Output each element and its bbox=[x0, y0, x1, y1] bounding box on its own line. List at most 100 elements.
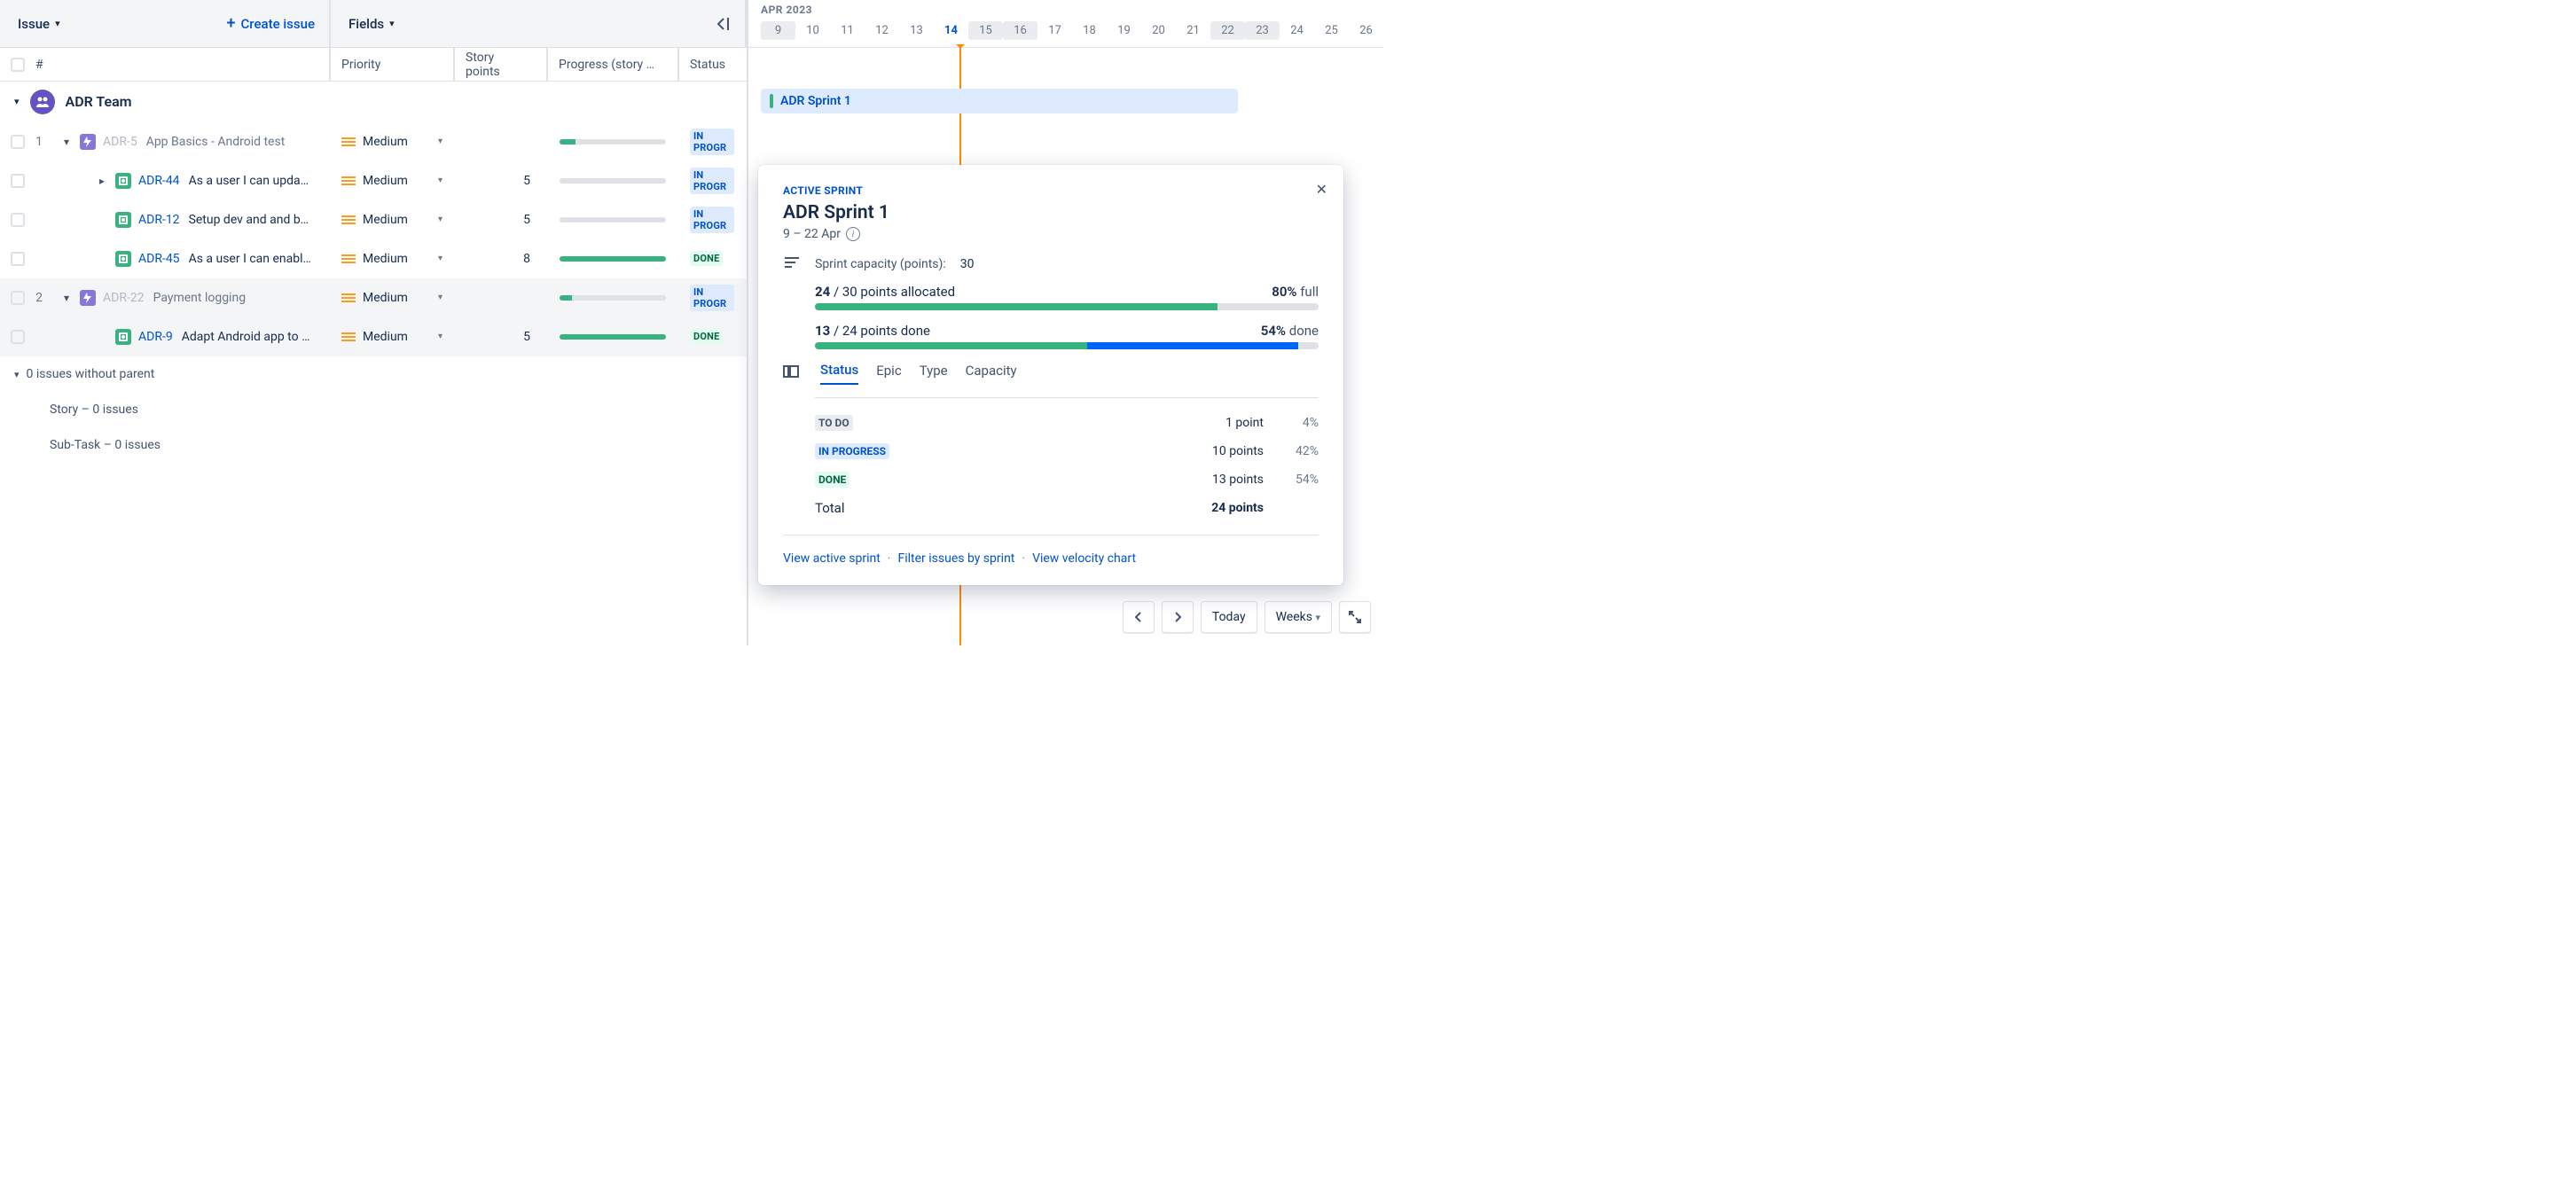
status-badge[interactable]: IN PROGR bbox=[690, 207, 734, 233]
sprint-bar-label: ADR Sprint 1 bbox=[780, 94, 851, 108]
chevron-down-icon[interactable]: ▾ bbox=[438, 254, 442, 263]
sprint-bar[interactable]: ADR Sprint 1 bbox=[761, 89, 1238, 113]
status-badge[interactable]: DONE bbox=[690, 329, 723, 344]
issue-key[interactable]: ADR-45 bbox=[138, 252, 180, 266]
capacity-value: 30 bbox=[960, 257, 975, 271]
timeline-day[interactable]: 11 bbox=[830, 21, 865, 40]
story-points-cell[interactable] bbox=[455, 122, 548, 160]
timeline-day[interactable]: 10 bbox=[795, 21, 830, 40]
tab-type[interactable]: Type bbox=[920, 363, 948, 384]
timeline-day[interactable]: 25 bbox=[1314, 21, 1349, 40]
status-badge[interactable]: IN PROGR bbox=[690, 285, 734, 311]
status-badge[interactable]: IN PROGR bbox=[690, 129, 734, 155]
status-badge[interactable]: IN PROGR bbox=[690, 168, 734, 194]
fields-dropdown[interactable]: Fields ▾ bbox=[345, 11, 398, 37]
issue-summary[interactable]: As a user I can enabl… bbox=[189, 252, 318, 266]
status-badge: TO DO bbox=[815, 415, 853, 431]
row-checkbox[interactable] bbox=[11, 213, 25, 227]
timeline-day[interactable]: 12 bbox=[865, 21, 899, 40]
timeline-day[interactable]: 19 bbox=[1107, 21, 1141, 40]
expand-toggle[interactable]: ▾ bbox=[60, 292, 73, 304]
chevron-down-icon[interactable]: ▾ bbox=[438, 215, 442, 224]
timeline-day[interactable]: 26 bbox=[1349, 21, 1383, 40]
timeline-day[interactable]: 17 bbox=[1037, 21, 1072, 40]
fullscreen-button[interactable] bbox=[1339, 601, 1371, 633]
progress-bar bbox=[560, 334, 666, 340]
timeline-day[interactable]: 9 bbox=[761, 21, 795, 40]
row-checkbox[interactable] bbox=[11, 135, 25, 149]
nav-next-button[interactable] bbox=[1162, 601, 1194, 633]
chevron-down-icon[interactable]: ▾ bbox=[438, 137, 442, 146]
row-checkbox[interactable] bbox=[11, 252, 25, 266]
priority-label: Medium bbox=[363, 330, 431, 344]
nav-prev-button[interactable] bbox=[1123, 601, 1155, 633]
timeline-day[interactable]: 23 bbox=[1245, 21, 1280, 40]
issue-key[interactable]: ADR-5 bbox=[103, 135, 137, 149]
issue-summary[interactable]: As a user I can upda… bbox=[189, 174, 318, 188]
close-icon[interactable]: ✕ bbox=[1316, 181, 1327, 198]
issue-row[interactable]: 2▾ADR-22Payment loggingMedium▾IN PROGR bbox=[0, 278, 747, 317]
team-header-row[interactable]: ▾ ADR Team bbox=[0, 82, 747, 122]
issue-row[interactable]: 1▾ADR-5App Basics - Android testMedium▾I… bbox=[0, 122, 747, 161]
story-points-cell[interactable]: 5 bbox=[455, 317, 548, 356]
timeline-day[interactable]: 15 bbox=[968, 21, 1003, 40]
story-points-cell[interactable]: 5 bbox=[455, 161, 548, 199]
timeline-day[interactable]: 13 bbox=[899, 21, 934, 40]
timeline-day[interactable]: 24 bbox=[1280, 21, 1314, 40]
column-story-points[interactable]: Story points bbox=[455, 48, 548, 81]
status-badge[interactable]: DONE bbox=[690, 251, 723, 266]
story-points-cell[interactable]: 5 bbox=[455, 200, 548, 238]
timeline-day[interactable]: 20 bbox=[1141, 21, 1176, 40]
timeline-day[interactable]: 21 bbox=[1176, 21, 1210, 40]
chevron-down-icon[interactable]: ▾ bbox=[438, 176, 442, 185]
issue-summary[interactable]: App Basics - Android test bbox=[146, 135, 318, 149]
row-checkbox[interactable] bbox=[11, 330, 25, 344]
timeline-day[interactable]: 14 bbox=[934, 21, 968, 40]
today-button[interactable]: Today bbox=[1201, 601, 1257, 633]
issue-grouping-dropdown[interactable]: Issue ▾ bbox=[14, 11, 64, 37]
issue-key[interactable]: ADR-22 bbox=[103, 291, 145, 305]
story-points-cell[interactable]: 8 bbox=[455, 239, 548, 278]
unparented-header[interactable]: ▾ 0 issues without parent bbox=[0, 356, 747, 392]
progress-bar bbox=[560, 217, 666, 223]
chevron-down-icon[interactable]: ▾ bbox=[438, 293, 442, 302]
collapse-panel-icon[interactable] bbox=[715, 18, 731, 30]
issue-summary[interactable]: Setup dev and and b… bbox=[189, 213, 318, 227]
column-status[interactable]: Status bbox=[679, 48, 747, 81]
link-view-active-sprint[interactable]: View active sprint bbox=[783, 551, 881, 566]
timeline-day[interactable]: 16 bbox=[1003, 21, 1037, 40]
tab-capacity[interactable]: Capacity bbox=[966, 363, 1017, 384]
issue-summary[interactable]: Adapt Android app to … bbox=[182, 330, 318, 344]
tab-status[interactable]: Status bbox=[820, 362, 858, 385]
issue-key[interactable]: ADR-44 bbox=[138, 174, 180, 188]
story-points-cell[interactable] bbox=[455, 278, 548, 317]
issue-summary[interactable]: Payment logging bbox=[153, 291, 318, 305]
issue-row[interactable]: ADR-9 Adapt Android app to … Medium ▾ 5 DONE bbox=[0, 317, 747, 356]
link-filter-by-sprint[interactable]: Filter issues by sprint bbox=[897, 551, 1014, 566]
issue-row[interactable]: ADR-45As a user I can enabl…Medium▾8DONE bbox=[0, 239, 747, 278]
team-name: ADR Team bbox=[66, 93, 132, 110]
issue-row[interactable]: ADR-12Setup dev and and b…Medium▾5IN PRO… bbox=[0, 200, 747, 239]
link-view-velocity-chart[interactable]: View velocity chart bbox=[1032, 551, 1136, 566]
priority-medium-icon bbox=[341, 293, 356, 303]
tab-epic[interactable]: Epic bbox=[876, 363, 901, 384]
row-checkbox[interactable] bbox=[11, 291, 25, 305]
expand-toggle[interactable]: ▸ bbox=[96, 175, 108, 187]
timeline-day[interactable]: 22 bbox=[1210, 21, 1245, 40]
issue-key[interactable]: ADR-9 bbox=[138, 330, 173, 344]
create-issue-button[interactable]: + Create issue bbox=[227, 16, 315, 32]
chevron-down-icon[interactable]: ▾ bbox=[438, 332, 442, 341]
timescale-dropdown[interactable]: Weeks ▾ bbox=[1265, 601, 1332, 633]
timeline-month: APR 2023 bbox=[761, 4, 1383, 16]
issue-key[interactable]: ADR-12 bbox=[138, 213, 180, 227]
timeline-day[interactable]: 18 bbox=[1072, 21, 1107, 40]
column-progress[interactable]: Progress (story … bbox=[548, 48, 679, 81]
info-icon[interactable]: i bbox=[846, 227, 860, 241]
row-checkbox[interactable] bbox=[11, 174, 25, 188]
select-all-checkbox[interactable] bbox=[11, 58, 25, 72]
status-badge: DONE bbox=[815, 472, 850, 488]
issue-row[interactable]: ▸ADR-44As a user I can upda…Medium▾5IN P… bbox=[0, 161, 747, 200]
expand-toggle[interactable]: ▾ bbox=[60, 136, 73, 148]
column-priority[interactable]: Priority bbox=[331, 48, 455, 81]
sprint-status-stripe bbox=[770, 94, 773, 108]
